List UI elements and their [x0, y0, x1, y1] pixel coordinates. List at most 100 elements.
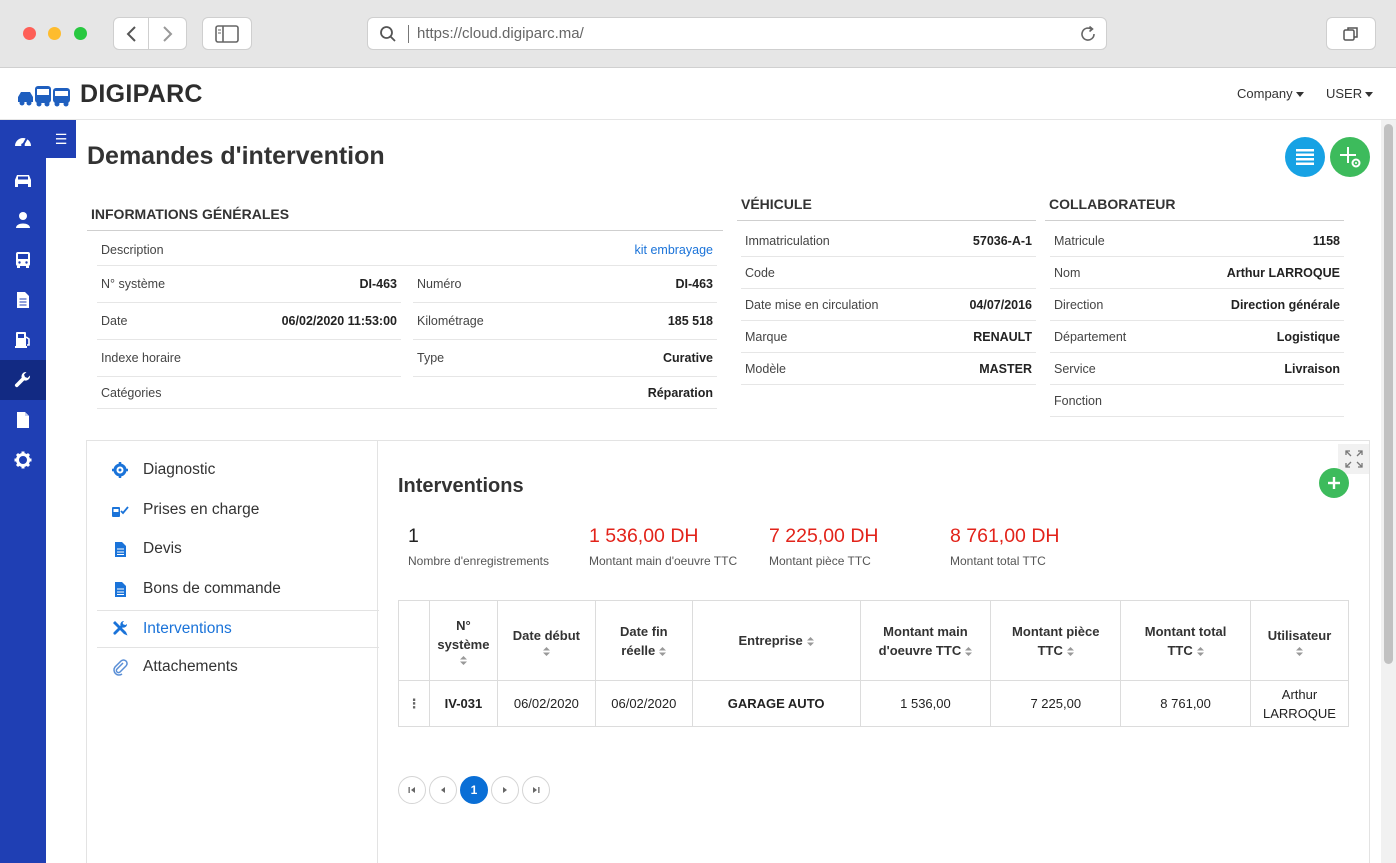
address-bar[interactable]: https://cloud.digiparc.ma/: [367, 17, 1107, 50]
add-configure-button[interactable]: [1330, 137, 1370, 177]
sidebar-item-vehicles[interactable]: [0, 160, 46, 200]
vehicle-row: Modèle MASTER: [741, 353, 1036, 385]
number-label: Numéro: [417, 277, 462, 291]
cell-date-debut: 06/02/2020: [496, 680, 596, 727]
column-header-date-debut[interactable]: Date début: [496, 600, 596, 681]
previous-page-icon: [441, 787, 445, 793]
model-label: Modèle: [745, 361, 786, 376]
column-system-line1: N°: [456, 618, 471, 633]
mileage-label: Kilométrage: [417, 314, 484, 328]
department-value: Logistique: [1276, 329, 1340, 344]
hour-index-label: Indexe horaire: [101, 351, 181, 365]
previous-page-button[interactable]: [429, 776, 457, 804]
sidebar-toggle-button[interactable]: [202, 17, 252, 50]
url-text: https://cloud.digiparc.ma/: [417, 25, 584, 42]
column-header-system[interactable]: N° système: [428, 600, 498, 681]
reload-icon[interactable]: [1079, 25, 1097, 43]
kebab-menu-icon: ⋮: [407, 696, 421, 711]
column-header-main-oeuvre[interactable]: Montant main d'oeuvre TTC: [859, 600, 992, 681]
sidebar-item-settings[interactable]: [0, 440, 46, 480]
column-header-entreprise[interactable]: Entreprise: [691, 600, 861, 681]
row-menu-button[interactable]: ⋮: [398, 680, 430, 727]
tab-prises-label: Prises en charge: [143, 501, 260, 518]
company-menu[interactable]: Company: [1237, 86, 1304, 101]
tab-diagnostic[interactable]: Diagnostic: [97, 451, 379, 489]
list-view-button[interactable]: [1285, 137, 1325, 177]
column-header-piece[interactable]: Montant pièce TTC: [990, 600, 1122, 681]
system-number-value: DI-463: [359, 277, 397, 291]
sidebar-item-fuel[interactable]: [0, 320, 46, 360]
column-date-fin-line1: Date fin: [619, 623, 668, 639]
system-number-label: N° système: [101, 277, 166, 291]
column-utilisateur-label: Utilisateur: [1267, 627, 1332, 643]
table-row[interactable]: ⋮ IV-031 06/02/2020 06/02/2020 GARAGE AU…: [398, 680, 1349, 727]
plate-label: Immatriculation: [745, 233, 830, 248]
first-page-button[interactable]: [398, 776, 426, 804]
next-page-button[interactable]: [491, 776, 519, 804]
logo[interactable]: DIGIPARC: [16, 80, 203, 109]
sort-icon[interactable]: [965, 646, 973, 656]
expand-button[interactable]: [1338, 444, 1369, 474]
number-value: DI-463: [675, 277, 713, 291]
sidebar-item-documents[interactable]: [0, 280, 46, 320]
general-left-row: Date 06/02/2020 11:53:00: [97, 303, 401, 340]
tab-bons-label: Bons de commande: [143, 580, 281, 597]
tabs-overview-button[interactable]: [1326, 17, 1376, 50]
scrollbar-thumb[interactable]: [1384, 124, 1393, 664]
service-value: Livraison: [1284, 361, 1340, 376]
page-button-current[interactable]: 1: [460, 776, 488, 804]
sort-icon[interactable]: [659, 646, 667, 656]
name-label: Nom: [1054, 265, 1081, 280]
collaborator-row: Fonction: [1050, 385, 1344, 417]
sort-icon[interactable]: [459, 656, 467, 665]
sidebar-item-dashboard[interactable]: [0, 120, 46, 160]
last-page-button[interactable]: [522, 776, 550, 804]
stat-labour-label: Montant main d'oeuvre TTC: [589, 554, 738, 568]
circulation-date-value: 04/07/2016: [969, 297, 1032, 312]
maximize-window-button[interactable]: [74, 27, 87, 40]
sidebar-item-transport[interactable]: [0, 240, 46, 280]
sort-icon[interactable]: [1196, 646, 1204, 656]
column-header-total[interactable]: Montant total TTC: [1120, 600, 1251, 681]
sort-icon[interactable]: [542, 646, 550, 656]
sort-icon[interactable]: [1066, 646, 1074, 656]
close-window-button[interactable]: [23, 27, 36, 40]
tab-diagnostic-label: Diagnostic: [143, 461, 216, 478]
description-value[interactable]: kit embrayage: [634, 243, 713, 257]
direction-value: Direction générale: [1230, 297, 1340, 312]
sort-icon[interactable]: [1296, 646, 1303, 656]
vertical-scrollbar[interactable]: [1381, 120, 1396, 863]
forward-button[interactable]: [149, 17, 187, 50]
app-header: DIGIPARC Company USER: [0, 68, 1396, 120]
date-label: Date: [101, 314, 128, 328]
tab-attachements-label: Attachements: [143, 658, 238, 675]
sidebar-item-maintenance[interactable]: [0, 360, 46, 400]
tab-attachements[interactable]: Attachements: [97, 648, 379, 686]
file-icon: [114, 581, 126, 597]
employee-id-label: Matricule: [1054, 233, 1105, 248]
tab-interventions[interactable]: Interventions: [97, 610, 379, 648]
tab-devis[interactable]: Devis: [97, 530, 379, 568]
categories-row: Catégories Réparation: [97, 377, 717, 409]
sidebar-item-drivers[interactable]: [0, 200, 46, 240]
column-header-utilisateur[interactable]: Utilisateur: [1250, 600, 1349, 681]
brand-value: RENAULT: [973, 329, 1032, 344]
add-intervention-button[interactable]: [1319, 468, 1349, 498]
column-piece-line2: TTC: [1037, 642, 1063, 658]
cell-system[interactable]: IV-031: [428, 680, 498, 727]
code-label: Code: [745, 265, 775, 280]
brand-label: Marque: [745, 329, 788, 344]
back-button[interactable]: [113, 17, 149, 50]
tab-prises-en-charge[interactable]: Prises en charge: [97, 491, 379, 529]
minimize-window-button[interactable]: [48, 27, 61, 40]
column-main-oeuvre-line1: Montant main: [883, 623, 968, 639]
tab-devis-label: Devis: [143, 540, 182, 557]
menu-toggle-button[interactable]: ☰: [46, 120, 76, 158]
dashboard-icon: [15, 137, 31, 147]
tab-bons-de-commande[interactable]: Bons de commande: [97, 570, 379, 608]
sort-icon[interactable]: [806, 637, 814, 647]
circulation-date-label: Date mise en circulation: [745, 297, 879, 312]
user-menu[interactable]: USER: [1326, 86, 1374, 101]
sidebar-item-files[interactable]: [0, 400, 46, 440]
column-header-date-fin[interactable]: Date fin réelle: [594, 600, 693, 681]
